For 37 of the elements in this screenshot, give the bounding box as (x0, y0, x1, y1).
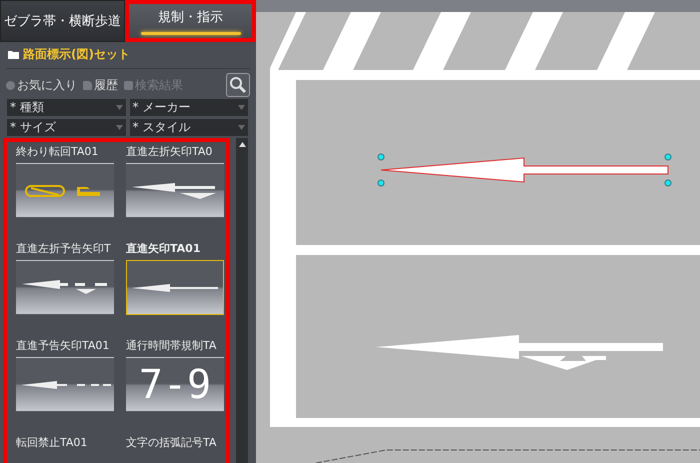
symbol-thumbnail[interactable] (126, 260, 224, 315)
symbol-label: 通行時間帯規制TA (126, 338, 218, 353)
caret-icon (238, 125, 245, 130)
selection-handle[interactable] (664, 154, 672, 160)
symbol-label: 文字の括弧記号TA (126, 435, 218, 450)
filter-dropdown[interactable]: * メーカー (130, 99, 248, 116)
drawing-canvas[interactable] (256, 0, 700, 463)
symbol-label: 直進矢印TA01 (126, 241, 202, 256)
selection-handle[interactable] (664, 180, 672, 186)
symbol-thumbnail[interactable] (16, 163, 114, 218)
scrollbar[interactable] (236, 138, 248, 463)
caret-icon (116, 105, 122, 110)
tab[interactable]: ゼブラ帯・横断歩道 (0, 0, 125, 42)
history-button[interactable]: 履歴 (83, 76, 118, 94)
folder-icon (8, 50, 19, 59)
symbol-thumbnail[interactable] (16, 357, 114, 412)
symbol-label: 転回禁止TA01 (16, 435, 88, 450)
symbol-thumbnail[interactable] (126, 163, 224, 218)
filter-dropdown[interactable]: * サイズ (7, 119, 126, 136)
symbol-label: 終わり転回TA01 (16, 144, 100, 159)
scroll-up-icon[interactable] (238, 142, 246, 147)
search-button[interactable] (226, 73, 250, 97)
caret-icon (116, 125, 122, 130)
selection-handle[interactable] (378, 180, 384, 186)
symbol-thumbnail[interactable]: 7-9 (126, 357, 224, 412)
favorites-button[interactable]: お気に入り (6, 76, 77, 94)
symbol-label: 直進左折矢印TA0 (126, 144, 214, 159)
symbol-label: 直進左折予告矢印T (16, 241, 112, 256)
filter-dropdown[interactable]: * スタイル (130, 119, 248, 136)
set-title: 路面標示(図)セット (23, 46, 130, 63)
symbol-thumbnail[interactable] (16, 260, 114, 315)
tab[interactable]: 規制・指示 (125, 0, 256, 42)
selection-handle[interactable] (378, 154, 384, 160)
caret-icon (238, 105, 245, 110)
symbol-label: 直進予告矢印TA01 (16, 338, 110, 353)
filter-dropdown[interactable]: * 種類 (7, 99, 126, 116)
straight-arrow-marking[interactable] (380, 157, 668, 183)
